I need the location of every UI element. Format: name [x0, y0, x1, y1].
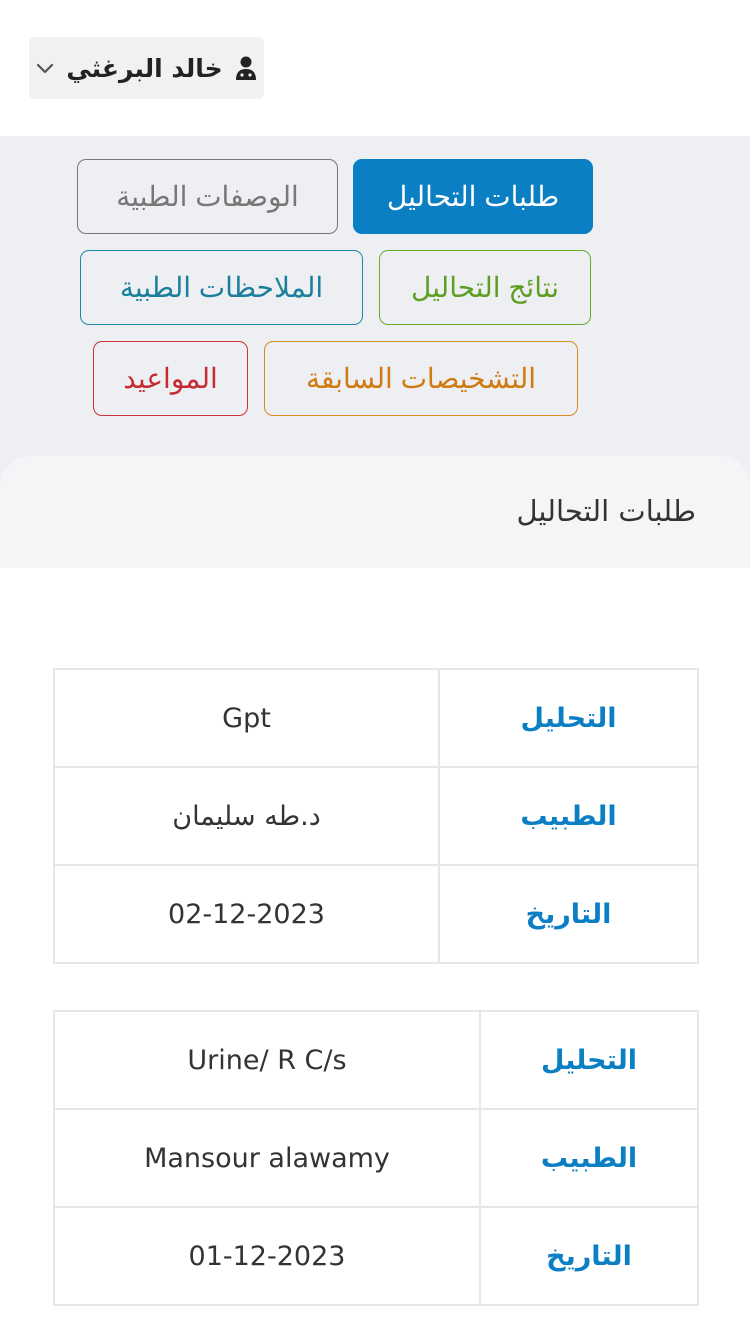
- field-label-doctor: الطبيب: [479, 1108, 699, 1208]
- field-value-test: Urine/ R C/s: [53, 1010, 481, 1110]
- table-row: التحليل Urine/ R C/s: [53, 1010, 699, 1110]
- top-bar: خالد البرغثي: [0, 0, 750, 136]
- table-row: التحليل Gpt: [53, 668, 699, 768]
- user-name: خالد البرغثي: [66, 53, 223, 83]
- field-value-date: 02-12-2023: [53, 864, 440, 964]
- field-label-test: التحليل: [479, 1010, 699, 1110]
- tab-appointments[interactable]: المواعيد: [93, 341, 248, 416]
- table-row: التاريخ 02-12-2023: [53, 864, 699, 964]
- user-doctor-icon: [233, 55, 259, 81]
- table-row: التاريخ 01-12-2023: [53, 1206, 699, 1306]
- tab-lab-requests[interactable]: طلبات التحاليل: [353, 159, 593, 234]
- table-row: الطبيب د.طه سليمان: [53, 766, 699, 866]
- lab-request-record: التحليل Urine/ R C/s الطبيب Mansour alaw…: [53, 1010, 699, 1306]
- field-value-doctor: د.طه سليمان: [53, 766, 440, 866]
- table-row: الطبيب Mansour alawamy: [53, 1108, 699, 1208]
- lab-request-record: التحليل Gpt الطبيب د.طه سليمان التاريخ 0…: [53, 668, 699, 964]
- field-value-doctor: Mansour alawamy: [53, 1108, 481, 1208]
- field-value-date: 01-12-2023: [53, 1206, 481, 1306]
- tab-prescriptions[interactable]: الوصفات الطبية: [77, 159, 338, 234]
- tab-lab-results[interactable]: نتائج التحاليل: [379, 250, 591, 325]
- field-label-test: التحليل: [438, 668, 699, 768]
- chevron-down-icon: [34, 57, 56, 79]
- section-title: طلبات التحاليل: [516, 494, 696, 528]
- field-label-doctor: الطبيب: [438, 766, 699, 866]
- tab-medical-notes[interactable]: الملاحظات الطبية: [80, 250, 363, 325]
- field-label-date: التاريخ: [479, 1206, 699, 1306]
- user-menu-button[interactable]: خالد البرغثي: [29, 37, 264, 99]
- field-label-date: التاريخ: [438, 864, 699, 964]
- tab-previous-diagnoses[interactable]: التشخيصات السابقة: [264, 341, 578, 416]
- field-value-test: Gpt: [53, 668, 440, 768]
